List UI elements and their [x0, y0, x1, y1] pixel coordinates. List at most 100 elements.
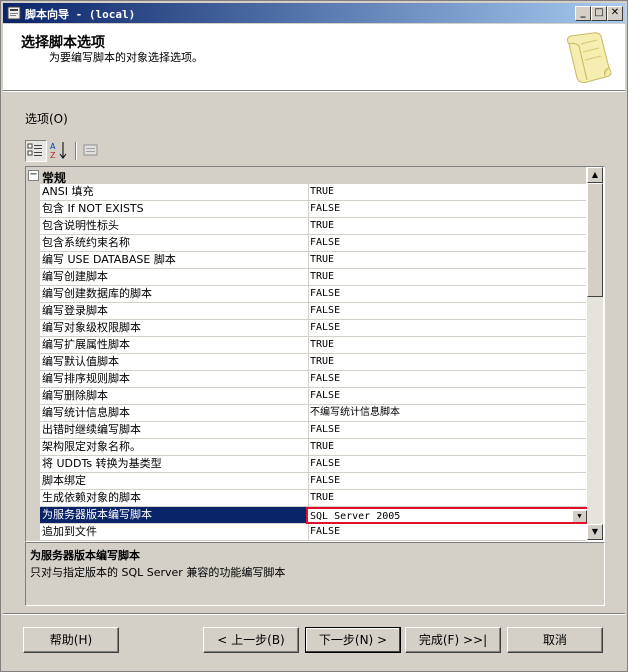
property-name[interactable]: 包含说明性标头: [40, 218, 309, 235]
property-value[interactable]: FALSE: [308, 303, 586, 320]
property-row[interactable]: 编写统计信息脚本 不编写统计信息脚本: [26, 405, 586, 422]
property-row[interactable]: 编写创建脚本 TRUE: [26, 269, 586, 286]
property-name[interactable]: 编写创建数据库的脚本: [40, 286, 309, 303]
property-value[interactable]: TRUE: [308, 439, 586, 456]
property-name[interactable]: 将 UDDTs 转换为基类型: [40, 456, 309, 473]
property-name[interactable]: 包含系统约束名称: [40, 235, 309, 252]
property-name[interactable]: 生成依赖对象的脚本: [40, 490, 309, 507]
property-name[interactable]: 编写默认值脚本: [40, 354, 309, 371]
row-gutter: [26, 269, 40, 286]
property-value[interactable]: FALSE: [308, 456, 586, 473]
property-row[interactable]: 追加到文件 FALSE: [26, 524, 586, 541]
property-row[interactable]: 编写删除脚本 FALSE: [26, 388, 586, 405]
property-value[interactable]: FALSE: [308, 201, 586, 218]
property-name[interactable]: 编写删除脚本: [40, 388, 309, 405]
property-name[interactable]: 编写排序规则脚本: [40, 371, 309, 388]
property-grid[interactable]: − 常规 ANSI 填充 TRUE 包含 If NOT EXISTS FALSE 包含说…: [25, 166, 605, 542]
property-value-text: FALSE: [310, 237, 341, 248]
dropdown-arrow-icon[interactable]: ▼: [572, 510, 587, 522]
property-value[interactable]: TRUE: [308, 184, 586, 201]
row-gutter: [26, 388, 40, 405]
alphabetical-button[interactable]: A Z: [49, 140, 69, 160]
property-value-text: TRUE: [310, 220, 335, 231]
finish-button[interactable]: 完成(F) >>|: [405, 627, 501, 653]
property-value[interactable]: FALSE: [308, 524, 586, 541]
row-gutter: [26, 235, 40, 252]
title-bar[interactable]: 脚本向导 - (local) _ □ ✕: [3, 3, 625, 23]
property-pages-button[interactable]: [81, 140, 101, 160]
row-gutter: [26, 422, 40, 439]
property-name[interactable]: 为服务器版本编写脚本: [40, 507, 309, 524]
property-row[interactable]: 编写扩展属性脚本 TRUE: [26, 337, 586, 354]
property-row[interactable]: 为服务器版本编写脚本 SQL Server 2005 ▼: [26, 507, 590, 524]
property-name[interactable]: ANSI 填充: [40, 184, 309, 201]
property-name[interactable]: 编写 USE DATABASE 脚本: [40, 252, 309, 269]
collapse-icon[interactable]: −: [28, 170, 39, 181]
row-gutter: [26, 337, 40, 354]
property-name[interactable]: 编写创建脚本: [40, 269, 309, 286]
cancel-button[interactable]: 取消: [507, 627, 603, 653]
next-button[interactable]: 下一步(N) >: [305, 627, 401, 653]
back-button[interactable]: < 上一步(B): [203, 627, 299, 653]
categorized-button[interactable]: [25, 140, 47, 162]
property-name[interactable]: 追加到文件: [40, 524, 309, 541]
category-row[interactable]: − 常规: [26, 167, 586, 185]
property-value[interactable]: FALSE: [308, 371, 586, 388]
property-row[interactable]: 包含说明性标头 TRUE: [26, 218, 586, 235]
close-button[interactable]: ✕: [607, 6, 623, 21]
property-value[interactable]: TRUE: [308, 218, 586, 235]
scroll-up-button[interactable]: ▲: [587, 167, 603, 183]
property-value-text: FALSE: [310, 526, 341, 537]
minimize-button[interactable]: _: [575, 6, 591, 21]
property-row[interactable]: 编写登录脚本 FALSE: [26, 303, 586, 320]
maximize-button[interactable]: □: [591, 6, 607, 21]
property-value[interactable]: FALSE: [308, 388, 586, 405]
property-row[interactable]: ANSI 填充 TRUE: [26, 184, 586, 201]
property-row[interactable]: 出错时继续编写脚本 FALSE: [26, 422, 586, 439]
property-row[interactable]: 编写排序规则脚本 FALSE: [26, 371, 586, 388]
property-name[interactable]: 编写对象级权限脚本: [40, 320, 309, 337]
property-name[interactable]: 编写统计信息脚本: [40, 405, 309, 422]
property-name[interactable]: 编写扩展属性脚本: [40, 337, 309, 354]
property-value[interactable]: FALSE: [308, 422, 586, 439]
property-value[interactable]: SQL Server 2005 ▼: [306, 507, 590, 524]
property-name[interactable]: 脚本绑定: [40, 473, 309, 490]
row-gutter: [26, 490, 40, 507]
property-row[interactable]: 编写对象级权限脚本 FALSE: [26, 320, 586, 337]
property-value[interactable]: 不编写统计信息脚本: [308, 405, 586, 422]
property-row[interactable]: 包含系统约束名称 FALSE: [26, 235, 586, 252]
property-row[interactable]: 将 UDDTs 转换为基类型 FALSE: [26, 456, 586, 473]
row-gutter: [26, 456, 40, 473]
property-value[interactable]: FALSE: [308, 286, 586, 303]
property-name[interactable]: 包含 If NOT EXISTS: [40, 201, 309, 218]
property-row[interactable]: 编写默认值脚本 TRUE: [26, 354, 586, 371]
property-value[interactable]: FALSE: [308, 235, 586, 252]
help-button[interactable]: 帮助(H): [23, 627, 119, 653]
property-value-text: FALSE: [310, 288, 341, 299]
property-name[interactable]: 架构限定对象名称。: [40, 439, 309, 456]
property-row[interactable]: 编写创建数据库的脚本 FALSE: [26, 286, 586, 303]
property-value[interactable]: TRUE: [308, 269, 586, 286]
property-value-text: TRUE: [310, 186, 335, 197]
grid-scrollbar[interactable]: ▲ ▼: [587, 167, 603, 540]
property-value-text: TRUE: [310, 441, 335, 452]
property-value[interactable]: TRUE: [308, 490, 586, 507]
property-value-text: TRUE: [310, 356, 335, 367]
window-title: 脚本向导 - (local): [25, 8, 136, 21]
property-value[interactable]: FALSE: [308, 473, 586, 490]
property-name[interactable]: 出错时继续编写脚本: [40, 422, 309, 439]
property-name[interactable]: 编写登录脚本: [40, 303, 309, 320]
scroll-thumb[interactable]: [587, 183, 603, 297]
scroll-down-button[interactable]: ▼: [587, 524, 603, 540]
property-row[interactable]: 架构限定对象名称。 TRUE: [26, 439, 586, 456]
property-row[interactable]: 生成依赖对象的脚本 TRUE: [26, 490, 586, 507]
property-row[interactable]: 脚本绑定 FALSE: [26, 473, 586, 490]
property-row[interactable]: 编写 USE DATABASE 脚本 TRUE: [26, 252, 586, 269]
property-value[interactable]: TRUE: [308, 354, 586, 371]
property-value[interactable]: FALSE: [308, 320, 586, 337]
property-value-text: FALSE: [310, 475, 341, 486]
property-value[interactable]: TRUE: [308, 337, 586, 354]
property-row[interactable]: 包含 If NOT EXISTS FALSE: [26, 201, 586, 218]
property-pages-icon: [83, 144, 98, 156]
property-value[interactable]: TRUE: [308, 252, 586, 269]
